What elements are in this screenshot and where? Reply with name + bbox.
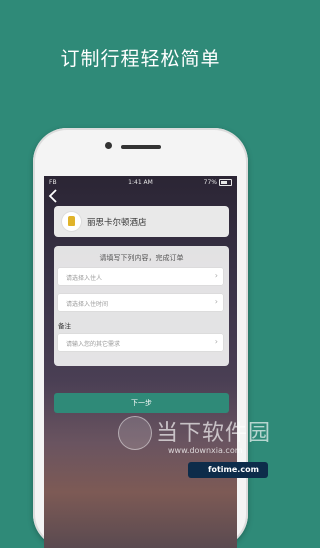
order-form: 请填写下列内容，完成订单 请选择入住人 › 请选择入住时间 › 备注 请输入您的… xyxy=(54,246,229,366)
chevron-right-icon: › xyxy=(214,337,218,346)
watermark-logo-icon xyxy=(118,416,152,450)
battery-icon xyxy=(219,179,232,186)
form-title: 请填写下列内容，完成订单 xyxy=(99,254,184,262)
hotel-card[interactable]: 丽思卡尔顿酒店 xyxy=(54,206,229,237)
checkin-guest-placeholder: 请选择入住人 xyxy=(66,275,103,282)
remarks-placeholder: 请输入您的其它需求 xyxy=(66,341,121,348)
earpiece-speaker xyxy=(121,145,161,149)
watermark-brand-text: fotime.com xyxy=(208,465,259,474)
status-bar: FB 1:41 AM 77% xyxy=(44,176,237,188)
back-arrow-icon[interactable] xyxy=(48,189,62,203)
checkin-time-placeholder: 请选择入住时间 xyxy=(66,301,109,308)
watermark-brand-badge: fotime.com xyxy=(188,462,268,478)
checkin-time-field[interactable]: 请选择入住时间 › xyxy=(58,294,223,311)
battery-indicator: 77% xyxy=(204,179,232,186)
watermark-site-text: www.downxia.com xyxy=(168,446,243,455)
promo-headline: 订制行程轻松简单 xyxy=(60,48,221,70)
hotel-name: 丽思卡尔顿酒店 xyxy=(87,218,147,228)
watermark: 当下软件园 www.downxia.com fotime.com xyxy=(118,410,278,490)
hotel-logo-icon xyxy=(62,212,81,231)
front-camera xyxy=(105,142,112,149)
back-chevron-icon xyxy=(48,189,57,203)
remarks-field[interactable]: 请输入您的其它需求 › xyxy=(58,334,223,351)
chevron-right-icon: › xyxy=(214,297,218,306)
watermark-cn-text: 当下软件园 xyxy=(156,421,272,446)
remarks-label: 备注 xyxy=(58,322,71,330)
battery-percent: 77% xyxy=(203,179,217,186)
checkin-guest-field[interactable]: 请选择入住人 › xyxy=(58,268,223,285)
app-screen: FB 1:41 AM 77% 丽思卡尔顿酒店 请填写下列内容，完成订单 请选择入… xyxy=(44,176,237,548)
chevron-right-icon: › xyxy=(214,271,218,280)
